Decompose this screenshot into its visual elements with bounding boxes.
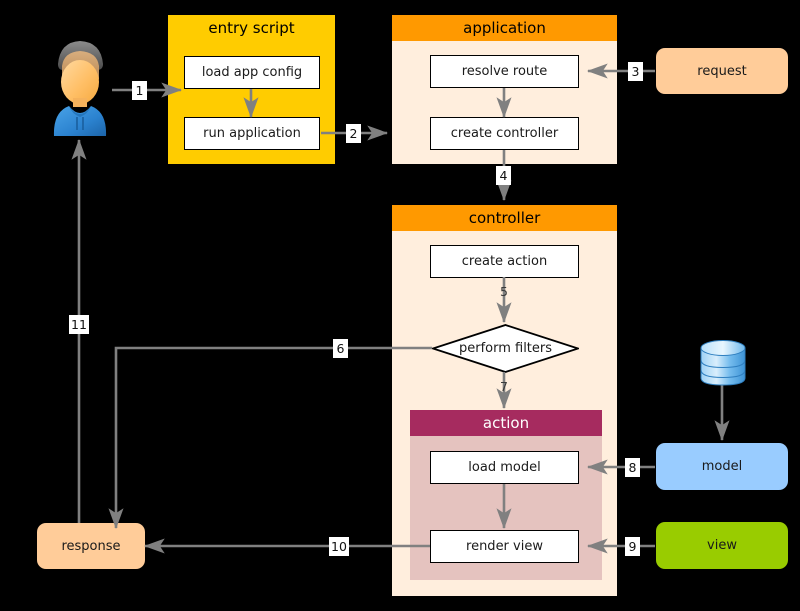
node-resolve-route[interactable]: resolve route bbox=[430, 55, 579, 88]
node-perform-filters[interactable]: perform filters bbox=[432, 324, 579, 373]
wire-6 bbox=[108, 346, 432, 530]
node-label: resolve route bbox=[461, 64, 548, 79]
panel-title-controller: controller bbox=[392, 205, 617, 231]
panel-title-application: application bbox=[392, 15, 617, 41]
step-label-7: 7 bbox=[500, 379, 508, 394]
node-label: perform filters bbox=[458, 341, 553, 356]
step-label-4: 4 bbox=[496, 166, 511, 185]
step-label-8: 8 bbox=[625, 458, 640, 477]
node-create-action[interactable]: create action bbox=[430, 245, 579, 278]
box-response[interactable]: response bbox=[37, 523, 145, 569]
step-label-3: 3 bbox=[628, 62, 643, 81]
box-label: request bbox=[697, 63, 747, 79]
diagram-canvas: entry script load app config run applica… bbox=[0, 0, 800, 611]
step-label-6: 6 bbox=[333, 339, 348, 358]
step-label-11: 11 bbox=[69, 315, 89, 334]
node-label: render view bbox=[466, 539, 543, 554]
node-label: load app config bbox=[201, 65, 303, 80]
node-run-application[interactable]: run application bbox=[184, 117, 320, 150]
box-label: response bbox=[61, 538, 121, 554]
step-label-5: 5 bbox=[500, 284, 508, 299]
node-load-app-config[interactable]: load app config bbox=[184, 56, 320, 89]
node-create-controller[interactable]: create controller bbox=[430, 117, 579, 150]
node-label: create action bbox=[461, 254, 548, 269]
step-label-9: 9 bbox=[625, 537, 640, 556]
step-label-10: 10 bbox=[329, 537, 349, 556]
box-model[interactable]: model bbox=[656, 443, 788, 490]
box-label: view bbox=[707, 538, 737, 553]
box-request[interactable]: request bbox=[656, 48, 788, 94]
box-view[interactable]: view bbox=[656, 522, 788, 569]
node-label: run application bbox=[203, 126, 301, 141]
panel-title-entry-script: entry script bbox=[208, 19, 295, 37]
node-load-model[interactable]: load model bbox=[430, 451, 579, 484]
box-label: model bbox=[701, 459, 743, 474]
node-label: load model bbox=[468, 460, 541, 475]
user-avatar-icon bbox=[42, 38, 118, 138]
database-cylinder-icon bbox=[697, 339, 749, 387]
step-label-1: 1 bbox=[132, 81, 147, 100]
panel-title-action: action bbox=[410, 410, 602, 436]
step-label-2: 2 bbox=[346, 124, 361, 143]
node-label: create controller bbox=[450, 126, 559, 141]
node-render-view[interactable]: render view bbox=[430, 530, 579, 563]
